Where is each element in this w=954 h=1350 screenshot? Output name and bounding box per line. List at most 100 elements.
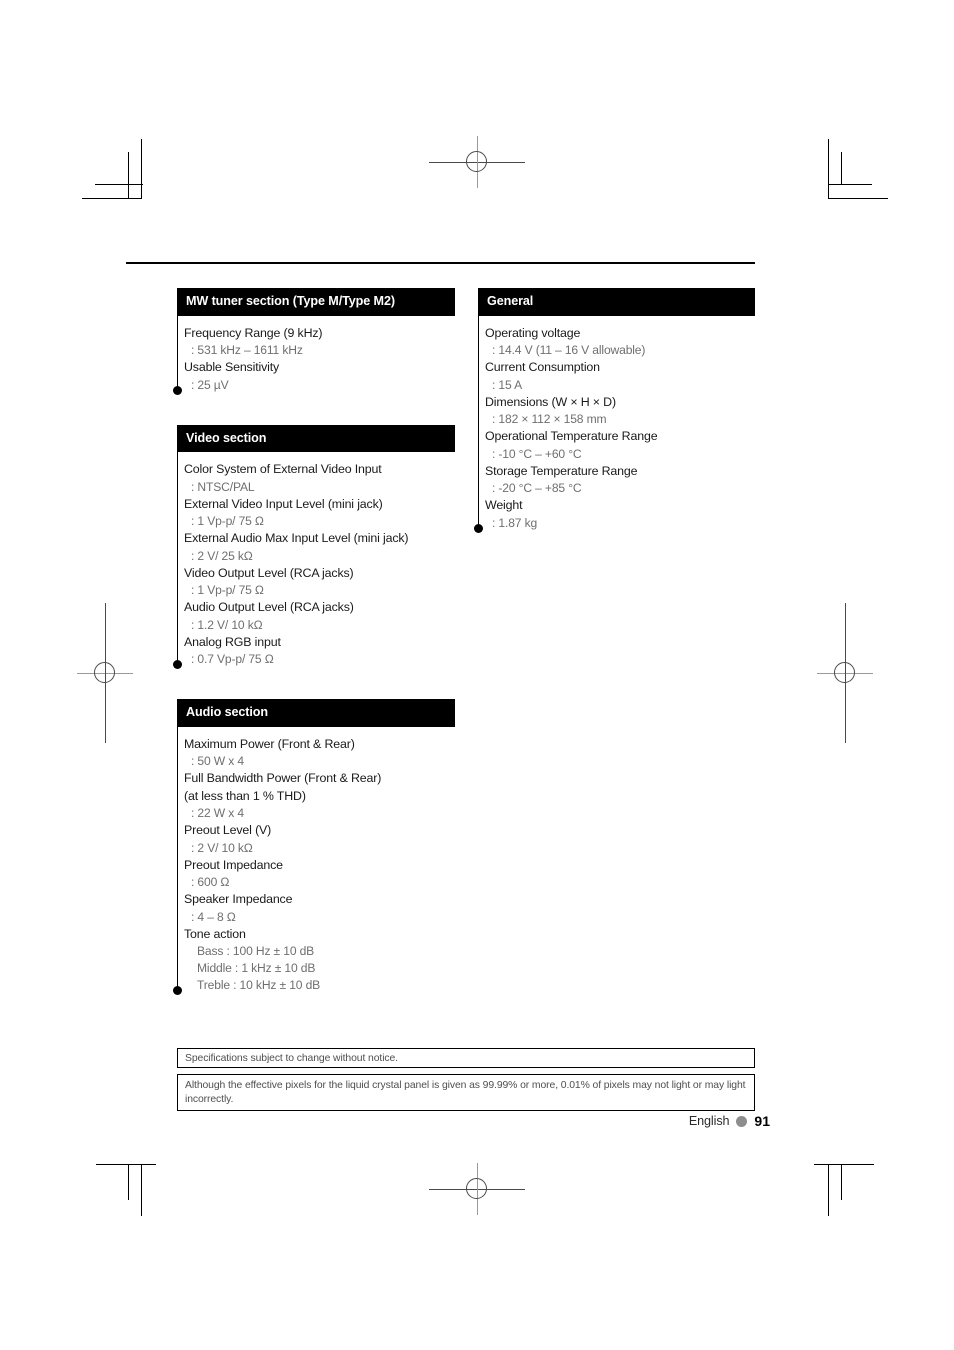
spec-label-continued: (at less than 1 % THD) (184, 788, 306, 803)
spec-item: Weight : 1.87 kg (478, 497, 755, 532)
spec-value: : 531 kHz – 1611 kHz (191, 343, 303, 358)
spec-section: Video section Color System of External Vi… (173, 424, 455, 670)
spec-label: Operational Temperature Range (485, 429, 658, 444)
spec-label: Preout Level (V) (184, 823, 272, 838)
spec-label: External Audio Max Input Level (mini jac… (184, 531, 409, 546)
page-number: 91 (754, 1113, 770, 1129)
crop-mark-bottom-right-outer-v (828, 1164, 829, 1216)
spec-item: Usable Sensitivity : 25 µV (177, 359, 455, 394)
spec-value: : NTSC/PAL (191, 479, 255, 494)
footer-language-label: English (688, 1114, 730, 1128)
spec-value: : 22 W x 4 (191, 806, 244, 821)
spec-item: Maximum Power (Front & Rear) : 50 W x 4 (177, 736, 455, 771)
spec-item: Speaker Impedance : 4 – 8 Ω (177, 891, 455, 926)
spec-value: : 15 A (492, 377, 523, 392)
spec-item: Preout Impedance : 600 Ω (177, 857, 455, 892)
section-body: Color System of External Video Input : NT… (173, 452, 455, 670)
spec-item: Current Consumption : 15 A (478, 359, 755, 394)
right-column: General Operating voltage : 14.4 V (11 – 1… (474, 288, 755, 533)
spec-item: Operational Temperature Range : -10 °C – … (478, 428, 755, 463)
footer-bullet-icon (736, 1115, 748, 1127)
spec-label: Speaker Impedance (184, 892, 293, 907)
crop-mark-bottom-right-inner-v (841, 1164, 842, 1200)
section-title: Audio section (177, 699, 455, 727)
crop-mark-top-left-outer-v (141, 139, 142, 199)
spec-item: Video Output Level (RCA jacks) : 1 Vp-p/ … (177, 565, 455, 600)
spec-label: Storage Temperature Range (485, 463, 638, 478)
crop-mark-top-right-inner-h (828, 184, 872, 185)
spec-value: : 182 × 112 × 158 mm (492, 412, 607, 427)
spec-value: : 1 Vp-p/ 75 Ω (191, 514, 264, 529)
section-title: MW tuner section (Type M/Type M2) (177, 288, 455, 316)
spec-item: Operating voltage : 14.4 V (11 – 16 V all… (478, 325, 755, 360)
crop-mark-top-right-outer-h (828, 198, 888, 199)
section-body: Maximum Power (Front & Rear): 50 W x 4 Fu… (173, 726, 455, 995)
crop-mark-top-right-inner-v (841, 152, 842, 185)
spec-label: Analog RGB input (184, 634, 281, 649)
registration-ring (834, 662, 855, 683)
spec-item: Storage Temperature Range : -20 °C – +85 … (478, 463, 755, 498)
note-specifications-disclaimer: Specifications subject to change without… (177, 1048, 755, 1068)
spec-item: External Audio Max Input Level (mini jac… (177, 530, 455, 565)
page-footer: English 91 (689, 1113, 770, 1129)
header-rule (126, 262, 755, 264)
crop-mark-top-left-inner-h (95, 184, 143, 185)
section-title: General (478, 288, 755, 316)
spec-item: Preout Level (V) : 2 V/ 10 kΩ (177, 822, 455, 857)
spec-value: : 2 V/ 10 kΩ (191, 840, 253, 855)
spec-item: Color System of External Video Input : NT… (177, 461, 455, 496)
spec-item: Tone action Bass : 100 Hz ± 10 dB Middle :… (177, 926, 455, 995)
spec-label: Weight (485, 498, 523, 513)
spec-value: Bass : 100 Hz ± 10 dB (197, 944, 315, 959)
registration-ring (94, 662, 115, 683)
spec-item: Analog RGB input : 0.7 Vp-p/ 75 Ω (177, 634, 455, 669)
spec-label: Video Output Level (RCA jacks) (184, 565, 354, 580)
spec-item: External Video Input Level (mini jack) : … (177, 496, 455, 531)
registration-ring (466, 151, 487, 172)
spec-label: Current Consumption (485, 360, 600, 375)
crop-mark-top-left-outer-h (82, 198, 142, 199)
spec-value: : 0.7 Vp-p/ 75 Ω (191, 652, 274, 667)
spec-value: : 1.2 V/ 10 kΩ (191, 617, 263, 632)
spec-label: Maximum Power (Front & Rear) (184, 736, 355, 751)
registration-ring (466, 1178, 487, 1199)
spec-item: Audio Output Level (RCA jacks): 1.2 V/ 1… (177, 599, 455, 634)
spec-value: : 600 Ω (191, 875, 230, 890)
spec-label: Usable Sensitivity (184, 360, 280, 375)
spec-value: : 25 µV (191, 377, 229, 392)
spec-section: General Operating voltage : 14.4 V (11 – 1… (474, 288, 755, 533)
spec-item: Full Bandwidth Power (Front & Rear) (at l… (177, 770, 455, 822)
crop-mark-bottom-left-inner-v (128, 1164, 129, 1200)
spec-item: Frequency Range (9 kHz) : 531 kHz – 1611 … (177, 325, 455, 360)
spec-value: : 1.87 kg (492, 515, 538, 530)
spec-label: Full Bandwidth Power (Front & Rear) (184, 771, 382, 786)
spec-value: Middle : 1 kHz ± 10 dB (197, 961, 316, 976)
spec-label: Preout Impedance (184, 857, 283, 872)
spec-value: : -20 °C – +85 °C (492, 481, 582, 496)
section-title: Video section (177, 424, 455, 453)
spec-value: : 50 W x 4 (191, 754, 244, 769)
spec-value: : 2 V/ 25 kΩ (191, 548, 253, 563)
section-body: Operating voltage : 14.4 V (11 – 16 V all… (474, 315, 755, 533)
spec-label: Frequency Range (9 kHz) (184, 325, 323, 340)
crop-mark-top-right-outer-v (828, 139, 829, 199)
spec-value: : -10 °C – +60 °C (492, 446, 582, 461)
crop-mark-bottom-right-inner-h (828, 1164, 860, 1165)
spec-label: Color System of External Video Input (184, 462, 382, 477)
crop-mark-bottom-left-inner-h (110, 1164, 142, 1165)
note-lcd-pixel-disclaimer: Although the effective pixels for the li… (177, 1074, 755, 1111)
left-column: MW tuner section (Type M/Type M2) Frequen… (173, 288, 455, 995)
spec-value: : 4 – 8 Ω (191, 909, 236, 924)
spec-label: Operating voltage (485, 325, 581, 340)
spec-value: Treble : 10 kHz ± 10 dB (197, 978, 321, 993)
spec-label: External Video Input Level (mini jack) (184, 496, 383, 511)
spec-item: Dimensions (W × H × D) : 182 × 112 × 158 … (478, 394, 755, 429)
spec-value: : 1 Vp-p/ 75 Ω (191, 583, 264, 598)
crop-mark-bottom-left-outer-v (141, 1164, 142, 1216)
spec-label: Dimensions (W × H × D) (485, 394, 616, 409)
document-page: MW tuner section (Type M/Type M2) Frequen… (0, 0, 954, 1350)
section-body: Frequency Range (9 kHz) : 531 kHz – 1611 … (173, 315, 455, 395)
spec-value: : 14.4 V (11 – 16 V allowable) (492, 343, 646, 358)
spec-section: MW tuner section (Type M/Type M2) Frequen… (173, 288, 455, 395)
crop-mark-top-left-inner-v (128, 152, 129, 199)
